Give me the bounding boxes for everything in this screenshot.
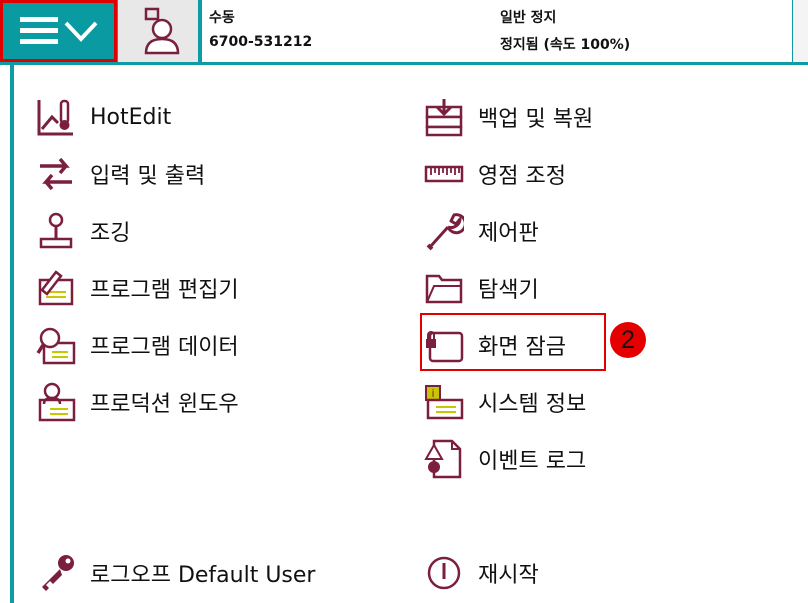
program-data-icon bbox=[36, 327, 76, 365]
key-icon bbox=[42, 555, 74, 591]
menu-item-program-editor[interactable]: 프로그램 편집기 bbox=[36, 265, 239, 311]
menu-item-label: 화면 잠금 bbox=[478, 335, 566, 360]
menu-item-label: 시스템 정보 bbox=[478, 392, 587, 417]
menu-item-label: 프로덕션 윈도우 bbox=[90, 392, 239, 417]
backup-restore-icon bbox=[425, 99, 463, 137]
menu-item-label: 탐색기 bbox=[478, 278, 539, 303]
system-info-icon: i bbox=[425, 385, 464, 420]
menu-item-label: 조깅 bbox=[90, 221, 131, 246]
menu-item-event-log[interactable]: 이벤트 로그 bbox=[424, 436, 586, 482]
annotation-badge-2: 2 bbox=[610, 322, 646, 358]
logoff-label: 로그오프 Default User bbox=[90, 563, 316, 588]
svg-text:i: i bbox=[431, 387, 434, 400]
menu-item-label: 이벤트 로그 bbox=[478, 449, 587, 474]
menu-item-hotedit[interactable]: HotEdit bbox=[36, 94, 171, 140]
main-menu-button[interactable] bbox=[0, 0, 117, 62]
io-arrows-icon bbox=[40, 157, 72, 191]
controller-state: 일반 정지 bbox=[500, 10, 557, 26]
program-editor-icon bbox=[38, 270, 74, 306]
operator-avatar-icon bbox=[144, 7, 180, 55]
menu-item-label: HotEdit bbox=[90, 104, 172, 130]
menu-item-jogging[interactable]: 조깅 bbox=[36, 208, 130, 254]
menu-item-explorer[interactable]: 탐색기 bbox=[424, 265, 539, 311]
menu-item-label: 프로그램 데이터 bbox=[90, 335, 239, 360]
status-panel-edge bbox=[793, 0, 808, 62]
hamburger-icon bbox=[19, 17, 58, 44]
menu-item-label: 제어판 bbox=[478, 221, 539, 246]
operating-mode: 수동 bbox=[209, 10, 235, 26]
joystick-icon bbox=[39, 212, 73, 249]
controller-id: 6700-531212 bbox=[209, 34, 313, 50]
menu-item-label: 입력 및 출력 bbox=[90, 164, 206, 189]
wrench-icon bbox=[426, 213, 464, 251]
production-window-icon bbox=[38, 382, 76, 422]
menu-item-backup-restore[interactable]: 백업 및 복원 bbox=[424, 94, 593, 140]
hotedit-icon bbox=[37, 99, 73, 136]
speed-status: 정지됨 (속도 100%) bbox=[500, 37, 631, 53]
restart-button[interactable]: 재시작 bbox=[424, 550, 539, 596]
menu-item-control-panel[interactable]: 제어판 bbox=[424, 208, 539, 254]
menu-item-production-window[interactable]: 프로덕션 윈도우 bbox=[36, 379, 239, 425]
event-log-icon bbox=[424, 439, 462, 479]
status-panel: 수동 6700-531212 일반 정지 정지됨 (속도 100%) bbox=[202, 0, 792, 62]
menu-item-label: 백업 및 복원 bbox=[478, 107, 594, 132]
menu-item-input-output[interactable]: 입력 및 출력 bbox=[36, 151, 205, 197]
menu-item-label: 프로그램 편집기 bbox=[90, 278, 239, 303]
power-icon bbox=[427, 556, 461, 590]
menu-item-label: 영점 조정 bbox=[478, 164, 566, 189]
chevron-down-icon bbox=[64, 21, 97, 42]
menu-item-program-data[interactable]: 프로그램 데이터 bbox=[36, 322, 239, 368]
user-avatar-button[interactable] bbox=[118, 0, 198, 62]
restart-label: 재시작 bbox=[478, 563, 539, 588]
lock-screen-icon bbox=[426, 331, 464, 363]
folder-icon bbox=[425, 274, 463, 304]
menu-item-lock-screen[interactable]: 화면 잠금 bbox=[424, 322, 566, 368]
menu-item-calibration[interactable]: 영점 조정 bbox=[424, 151, 566, 197]
menu-item-system-info[interactable]: i 시스템 정보 bbox=[424, 379, 586, 425]
calibration-ruler-icon bbox=[424, 165, 464, 183]
logoff-button[interactable]: 로그오프 Default User bbox=[36, 550, 315, 596]
